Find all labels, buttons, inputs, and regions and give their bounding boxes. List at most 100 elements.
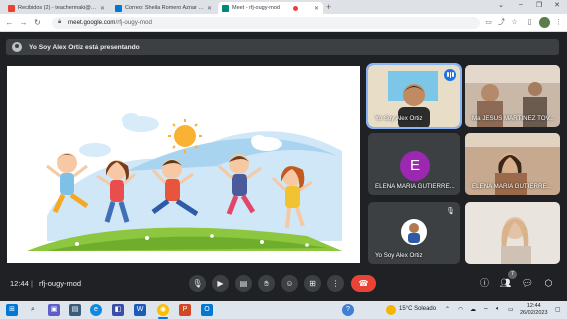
participant-tile-presenter[interactable]: Yo Soy Alex Ortiz xyxy=(366,63,462,129)
url-text: meet.google.com/rfj-ougy-mod xyxy=(68,19,152,26)
separator: | xyxy=(31,279,33,288)
shared-screen[interactable] xyxy=(7,66,360,263)
browser-toolbar: ← → ↻ 🔒︎ meet.google.com/rfj-ougy-mod ▭ … xyxy=(0,14,567,32)
browser-tab-outlook[interactable]: Correo: Sheila Romero Aznar - Ou... ✕ xyxy=(111,2,216,14)
chat-icon: 💬︎ xyxy=(521,278,534,288)
address-bar[interactable]: 🔒︎ meet.google.com/rfj-ougy-mod xyxy=(52,17,480,29)
mic-icon: 🎙︎ xyxy=(192,279,203,288)
meeting-details-button[interactable]: ⓘ xyxy=(477,276,492,291)
onedrive-icon[interactable]: ☁ xyxy=(470,306,476,313)
windows-taskbar: ⊞ ⌕ ▣ ▤ e ◧ W ◉ P O ? 15°C Soleado ⌃ ◠ ☁… xyxy=(0,301,567,319)
outlook-icon[interactable]: O xyxy=(201,304,213,316)
volume-icon[interactable]: 🔈︎ xyxy=(496,306,500,313)
help-icon[interactable]: ? xyxy=(342,304,354,316)
hangup-icon: ☎︎ xyxy=(358,279,369,288)
close-tab-icon[interactable]: ✕ xyxy=(97,5,105,12)
participant-name: ELENA MARIA GUTIERRE... xyxy=(472,183,552,190)
meet-icon xyxy=(222,4,229,12)
raise-hand-icon: ✋︎ xyxy=(264,279,269,288)
mic-button[interactable]: 🎙︎ xyxy=(189,275,206,292)
system-time: 12:44 xyxy=(526,303,541,309)
participant-name: Yo Soy Alex Ortiz xyxy=(375,115,423,122)
new-tab-button[interactable]: + xyxy=(326,2,331,12)
more-options-button[interactable]: ⋮ xyxy=(327,275,344,292)
wifi-icon[interactable]: ⌔ xyxy=(483,306,489,314)
present-icon: ⊞ xyxy=(309,279,316,288)
gmail-icon xyxy=(8,4,15,12)
camera-icon: ▶︎ xyxy=(217,279,224,288)
powerpoint-icon[interactable]: P xyxy=(179,304,191,316)
forward-icon[interactable]: → xyxy=(18,17,29,28)
meeting-code: rfj-ougy-mod xyxy=(39,279,82,288)
chrome-icon[interactable]: ◉ xyxy=(157,304,169,316)
captions-icon: ▤ xyxy=(239,279,248,288)
tab-label: Recibidos (2) - teachermaki@gm... xyxy=(18,5,97,11)
active-app-indicator xyxy=(158,317,168,319)
meeting-clock: 12:44 xyxy=(10,279,29,288)
share-icon[interactable]: ⤴ xyxy=(497,18,506,27)
hangup-button[interactable]: ☎︎ xyxy=(351,275,376,292)
system-date: 26/02/2023 xyxy=(520,310,548,316)
system-clock[interactable]: 12:44 26/02/2023 xyxy=(520,303,548,317)
close-window-icon[interactable]: ✕ xyxy=(548,1,566,9)
participant-avatar: E xyxy=(400,151,430,181)
participant-name: Ma JESUS MARTINEZ TOV... xyxy=(472,115,555,122)
network-icon[interactable]: ◠ xyxy=(458,306,463,313)
participant-name: Yo Soy Alex Ortiz xyxy=(375,252,423,259)
camera-button[interactable]: ▶︎ xyxy=(212,275,229,292)
profile-avatar[interactable] xyxy=(539,17,550,28)
notifications-icon[interactable]: ▢ xyxy=(555,306,561,313)
teams-chat-icon[interactable]: ▣ xyxy=(48,304,60,316)
tray-chevron-icon[interactable]: ⌃ xyxy=(445,306,450,313)
maximize-icon[interactable]: ❐ xyxy=(530,1,548,9)
chat-button[interactable]: 💬︎ xyxy=(520,276,535,291)
participant-video xyxy=(465,202,560,264)
browser-tab-gmail[interactable]: Recibidos (2) - teachermaki@gm... ✕ xyxy=(4,2,109,14)
audio-level-icon xyxy=(444,69,456,81)
participant-tile-self[interactable]: 🎙︎ Yo Soy Alex Ortiz xyxy=(368,202,460,264)
recording-dot-icon xyxy=(292,5,298,11)
edge-icon[interactable]: e xyxy=(90,304,102,316)
menu-dots-icon[interactable]: ⋮ xyxy=(554,18,563,27)
taskview-icon[interactable]: ▤ xyxy=(69,304,81,316)
activities-button[interactable]: ⬡ xyxy=(541,276,556,291)
minimize-icon[interactable]: – xyxy=(512,1,530,8)
close-tab-icon[interactable]: ✕ xyxy=(204,5,212,12)
participant-tile[interactable] xyxy=(465,202,560,264)
camera-permission-icon[interactable]: ▭ xyxy=(484,18,493,27)
participant-tile[interactable]: Ma JESUS MARTINEZ TOV... xyxy=(465,65,560,127)
jumping-children-illustration xyxy=(7,66,360,263)
participant-count-badge: 7 xyxy=(508,270,517,279)
participant-tile[interactable]: E ELENA MARIA GUTIERRE... xyxy=(368,133,460,195)
raise-hand-button[interactable]: ✋︎ xyxy=(258,275,275,292)
side-panel-icon[interactable]: ▯ xyxy=(525,18,534,27)
close-tab-icon[interactable]: ✕ xyxy=(311,5,319,12)
presenting-text: Yo Soy Alex Ortiz está presentando xyxy=(29,43,140,51)
mic-off-icon: 🎙︎ xyxy=(446,208,455,215)
more-icon: ⋮ xyxy=(331,279,340,288)
outlook-icon xyxy=(115,4,122,12)
people-icon: 👥︎ xyxy=(499,278,512,288)
weather-text[interactable]: 15°C Soleado xyxy=(399,306,436,312)
battery-icon[interactable]: ▭ xyxy=(508,306,514,313)
presenting-banner: Yo Soy Alex Ortiz está presentando xyxy=(6,39,559,55)
participant-name: ELENA MARIA GUTIERRE... xyxy=(375,183,455,190)
windows-start-icon[interactable]: ⊞ xyxy=(6,304,18,316)
reload-icon[interactable]: ↻ xyxy=(32,17,43,28)
present-button[interactable]: ⊞ xyxy=(304,275,321,292)
weather-sun-icon xyxy=(386,305,396,315)
participant-tile[interactable]: ELENA MARIA GUTIERRE... xyxy=(465,133,560,195)
tab-label: Correo: Sheila Romero Aznar - Ou... xyxy=(125,5,204,11)
activities-icon: ⬡ xyxy=(544,278,553,288)
captions-button[interactable]: ▤ xyxy=(235,275,252,292)
info-icon: ⓘ xyxy=(479,278,489,288)
back-icon[interactable]: ← xyxy=(4,17,15,28)
search-icon[interactable]: ⌕ xyxy=(27,304,39,316)
browser-tab-meet[interactable]: Meet - rfj-ougy-mod ✕ xyxy=(218,2,323,14)
store-icon[interactable]: ◧ xyxy=(112,304,124,316)
tab-search-icon[interactable]: ⌄ xyxy=(492,1,510,9)
emoji-button[interactable]: ☺ xyxy=(281,275,298,292)
word-icon[interactable]: W xyxy=(134,304,146,316)
bookmark-star-icon[interactable]: ☆ xyxy=(510,18,519,27)
lock-icon: 🔒︎ xyxy=(58,19,62,25)
